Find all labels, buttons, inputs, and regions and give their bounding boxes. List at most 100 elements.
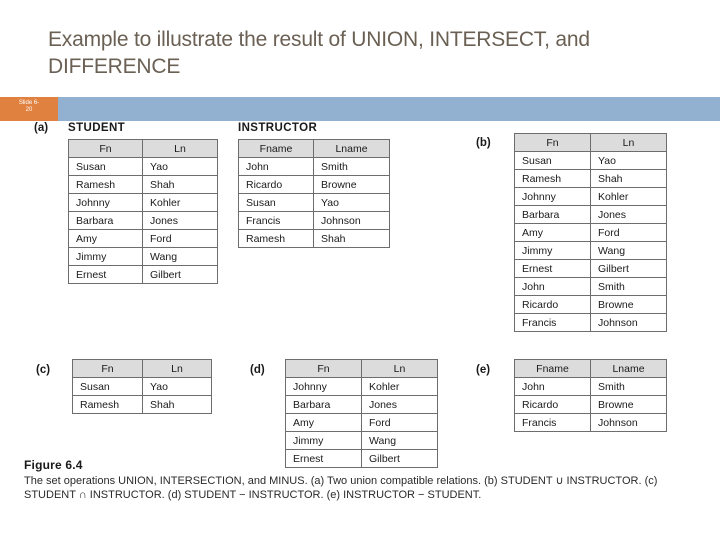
part-label-a: (a) — [34, 122, 49, 134]
cell-ln: Johnson — [590, 313, 667, 332]
table-row: Susan Yao — [514, 151, 667, 170]
table-union: Fn Ln Susan Yao Ramesh Shah Johnny Kohle… — [514, 133, 667, 332]
cell-fn: Ricardo — [514, 295, 591, 314]
cell-ln: Gilbert — [590, 259, 667, 278]
cell-fname: Ricardo — [238, 175, 314, 194]
part-label-b: (b) — [476, 137, 491, 149]
cell-fn: Amy — [68, 229, 143, 248]
cell-fn: Ramesh — [72, 395, 143, 414]
table-row: Ernest Gilbert — [514, 259, 667, 278]
table-header-row: Fn Ln — [72, 359, 212, 378]
cell-ln: Yao — [590, 151, 667, 170]
slide-number-badge: Slide 6- 20 — [0, 97, 58, 121]
column-header: Ln — [590, 133, 667, 152]
cell-ln: Ford — [590, 223, 667, 242]
cell-ln: Ford — [142, 229, 218, 248]
cell-ln: Shah — [590, 169, 667, 188]
table-row: Francis Johnson — [238, 211, 390, 230]
table-row: Ramesh Shah — [72, 395, 212, 414]
cell-fn: Jimmy — [285, 431, 362, 450]
table-row: Ramesh Shah — [514, 169, 667, 188]
cell-fn: Barbara — [514, 205, 591, 224]
table-row: Amy Ford — [68, 229, 218, 248]
cell-fn: Ernest — [68, 265, 143, 284]
table-header-row: Fname Lname — [238, 139, 390, 158]
column-header: Fname — [514, 359, 591, 378]
table-row: Jimmy Wang — [514, 241, 667, 260]
table-difference-student: Fn Ln Johnny Kohler Barbara Jones Amy Fo… — [285, 359, 438, 468]
cell-lname: Johnson — [590, 413, 667, 432]
cell-fn: Barbara — [68, 211, 143, 230]
table-header-row: Fn Ln — [514, 133, 667, 152]
cell-fn: Susan — [514, 151, 591, 170]
cell-fn: Ramesh — [514, 169, 591, 188]
column-header: Ln — [142, 359, 212, 378]
cell-ln: Shah — [142, 395, 212, 414]
cell-fn: Barbara — [285, 395, 362, 414]
cell-ln: Browne — [590, 295, 667, 314]
table-row: John Smith — [514, 277, 667, 296]
cell-fn: Susan — [68, 157, 143, 176]
table-row: Jimmy Wang — [68, 247, 218, 266]
cell-fn: Amy — [514, 223, 591, 242]
cell-ln: Wang — [590, 241, 667, 260]
cell-fn: Susan — [72, 377, 143, 396]
table-row: Ricardo Browne — [514, 395, 667, 414]
cell-ln: Ford — [361, 413, 438, 432]
table-row: Susan Yao — [238, 193, 390, 212]
part-label-e: (e) — [476, 364, 491, 376]
table-row: Amy Ford — [514, 223, 667, 242]
cell-ln: Gilbert — [142, 265, 218, 284]
cell-ln: Yao — [142, 377, 212, 396]
cell-fn: Johnny — [285, 377, 362, 396]
relation-name-student: STUDENT — [68, 122, 126, 134]
cell-fn: Ramesh — [68, 175, 143, 194]
column-header: Ln — [361, 359, 438, 378]
slide-badge-line-2: 20 — [25, 107, 33, 113]
cell-fn: Johnny — [514, 187, 591, 206]
cell-fn: Amy — [285, 413, 362, 432]
cell-ln: Yao — [142, 157, 218, 176]
table-row: Barbara Jones — [68, 211, 218, 230]
slide-badge-line-1: Slide 6- — [18, 100, 40, 106]
table-row: Johnny Kohler — [68, 193, 218, 212]
cell-fname: Susan — [238, 193, 314, 212]
table-row: Francis Johnson — [514, 313, 667, 332]
cell-fname: Francis — [238, 211, 314, 230]
table-row: Ricardo Browne — [238, 175, 390, 194]
cell-lname: Browne — [590, 395, 667, 414]
table-intersection: Fn Ln Susan Yao Ramesh Shah — [72, 359, 212, 414]
table-row: Ramesh Shah — [238, 229, 390, 248]
table-difference-instructor: Fname Lname John Smith Ricardo Browne Fr… — [514, 359, 667, 432]
column-header: Fn — [285, 359, 362, 378]
table-row: John Smith — [514, 377, 667, 396]
figure-caption: Figure 6.4 The set operations UNION, INT… — [24, 458, 704, 502]
table-row: Barbara Jones — [285, 395, 438, 414]
table-row: Jimmy Wang — [285, 431, 438, 450]
column-header: Fn — [514, 133, 591, 152]
cell-lname: Smith — [313, 157, 390, 176]
table-row: Amy Ford — [285, 413, 438, 432]
cell-fname: Francis — [514, 413, 591, 432]
cell-lname: Yao — [313, 193, 390, 212]
header-band — [0, 97, 720, 121]
cell-fname: Ricardo — [514, 395, 591, 414]
column-header: Lname — [590, 359, 667, 378]
part-label-d: (d) — [250, 364, 265, 376]
cell-ln: Smith — [590, 277, 667, 296]
figure-number: Figure 6.4 — [24, 458, 83, 472]
cell-fn: Francis — [514, 313, 591, 332]
column-header: Fn — [68, 139, 143, 158]
cell-lname: Johnson — [313, 211, 390, 230]
cell-fname: John — [514, 377, 591, 396]
column-header: Lname — [313, 139, 390, 158]
table-row: Johnny Kohler — [514, 187, 667, 206]
table-row: Johnny Kohler — [285, 377, 438, 396]
table-row: Ernest Gilbert — [68, 265, 218, 284]
cell-ln: Wang — [361, 431, 438, 450]
cell-ln: Jones — [142, 211, 218, 230]
cell-ln: Wang — [142, 247, 218, 266]
cell-ln: Shah — [142, 175, 218, 194]
table-row: Ricardo Browne — [514, 295, 667, 314]
column-header: Ln — [142, 139, 218, 158]
